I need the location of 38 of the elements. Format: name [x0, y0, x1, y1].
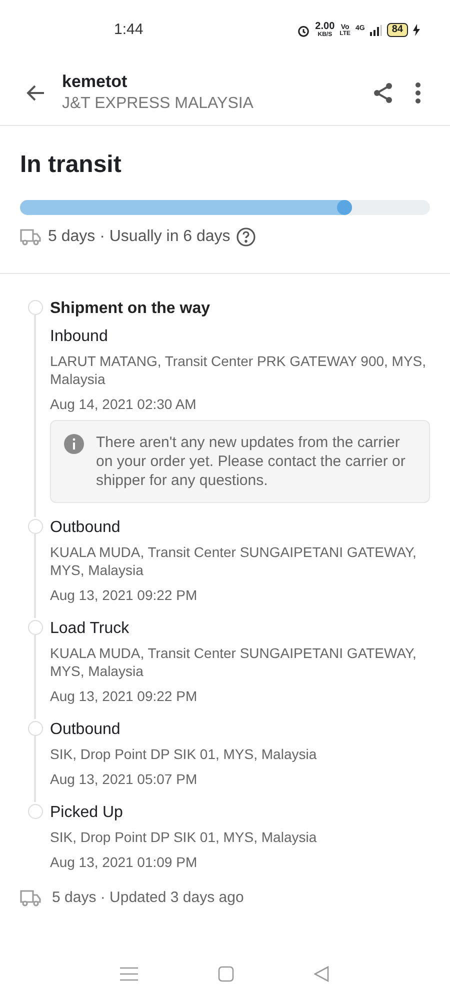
truck-icon — [20, 889, 42, 908]
event-title: Load Truck — [50, 619, 130, 639]
battery-indicator: 84 — [386, 23, 408, 37]
event-location: SIK, Drop Point DP SIK 01, MYS, Malaysia — [50, 828, 318, 846]
help-icon[interactable] — [236, 227, 256, 247]
update-summary: 5 days · Updated 3 days ago — [52, 888, 244, 908]
event-location: KUALA MUDA, Transit Center SUNGAIPETANI GATEWAY, MYS, Malaysia — [50, 543, 418, 579]
alarm-icon — [297, 24, 310, 36]
event-location: SIK, Drop Point DP SIK 01, MYS, Malaysia — [50, 745, 318, 763]
event-time: Aug 13, 2021 01:09 PM — [50, 853, 198, 871]
event-time: Aug 13, 2021 09:22 PM — [50, 687, 198, 705]
info-icon — [64, 434, 84, 454]
menu-icon[interactable] — [120, 967, 138, 981]
carrier-name: J&T EXPRESS MALAYSIA — [62, 94, 254, 114]
event-title: Inbound — [50, 327, 109, 347]
event-time: Aug 13, 2021 05:07 PM — [50, 770, 198, 788]
delivery-estimate: 5 days · Usually in 6 days — [48, 227, 230, 247]
home-icon[interactable] — [218, 966, 234, 982]
event-title: Outbound — [50, 518, 122, 538]
event-title: Picked Up — [50, 803, 124, 823]
event-location: LARUT MATANG, Transit Center PRK GATEWAY 900, MYS, Malaysia — [50, 352, 428, 388]
event-location: KUALA MUDA, Transit Center SUNGAIPETANI GATEWAY, MYS, Malaysia — [50, 644, 418, 680]
event-time: Aug 13, 2021 09:22 PM — [50, 586, 198, 604]
clock-time: 1:44 — [114, 20, 144, 40]
progress-thumb — [337, 200, 352, 215]
note-text: There aren't any new updates from the carrier on your order yet. Please contact the carrier or shipper for any questions. — [96, 433, 406, 490]
event-time: Aug 14, 2021 02:30 AM — [50, 395, 198, 413]
more-icon — [415, 80, 421, 104]
network-speed: 2.00 — [315, 22, 335, 32]
charging-icon — [413, 24, 420, 36]
truck-icon — [20, 228, 42, 246]
header-title: kemetot — [62, 70, 128, 92]
status-heading: In transit — [20, 150, 122, 180]
section-heading: Shipment on the way — [50, 299, 212, 319]
share-icon — [371, 80, 395, 104]
signal-icon — [370, 24, 382, 36]
back-icon[interactable] — [314, 966, 330, 982]
event-title: Outbound — [50, 720, 122, 740]
